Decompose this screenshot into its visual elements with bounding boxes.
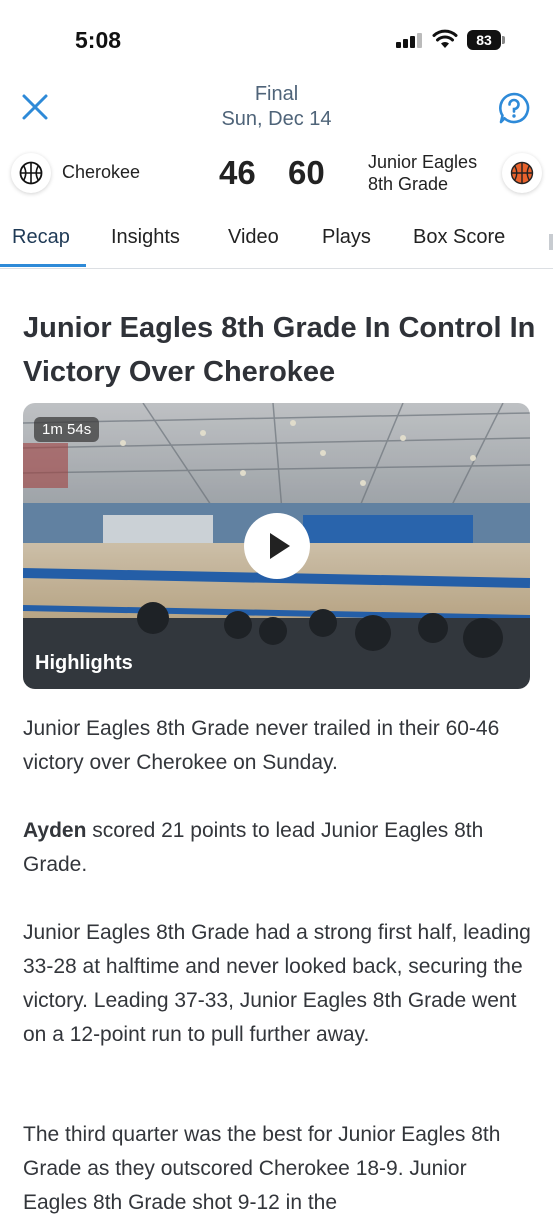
article-paragraph-4: The third quarter was the best for Junio… (23, 1123, 501, 1214)
basketball-icon (510, 161, 534, 185)
game-date: Sun, Dec 14 (221, 108, 332, 130)
home-team-logo[interactable] (11, 153, 51, 193)
highlights-video[interactable]: 1m 54s Highlights (23, 403, 530, 689)
game-final-label: Final (254, 83, 299, 105)
basketball-icon (19, 161, 43, 185)
battery-icon: 83 (467, 30, 505, 50)
status-bar: 5:08 83 (0, 0, 553, 80)
wifi-icon (432, 29, 458, 48)
article-paragraph-2-text: scored 21 points to lead Junior Eagles 8… (23, 819, 484, 876)
play-icon (270, 533, 290, 559)
away-team-name-line1: Junior Eagles (368, 152, 478, 172)
home-team-name[interactable]: Cherokee (62, 162, 140, 183)
away-team-score: 60 (288, 154, 325, 191)
tab-bar: Recap Insights Video Plays Box Score (0, 212, 553, 269)
tab-video[interactable]: Video (228, 226, 279, 249)
next-tab-edge[interactable] (549, 234, 553, 250)
article-paragraph-1: Junior Eagles 8th Grade never trailed in… (23, 717, 500, 774)
video-title: Highlights (35, 652, 133, 674)
away-team-name-line2: 8th Grade (368, 174, 449, 194)
play-button[interactable] (244, 513, 310, 579)
tab-insights[interactable]: Insights (111, 226, 180, 249)
tab-plays[interactable]: Plays (322, 226, 371, 249)
video-duration-badge: 1m 54s (34, 417, 100, 442)
home-team-score: 46 (219, 154, 256, 191)
article-headline: Junior Eagles 8th Grade In Control In Vi… (23, 312, 536, 388)
article-paragraph-3: Junior Eagles 8th Grade had a strong fir… (23, 921, 531, 1046)
game-header: Final Sun, Dec 14 (0, 80, 553, 140)
status-time: 5:08 (75, 27, 122, 53)
tab-recap[interactable]: Recap (12, 226, 70, 249)
away-team-logo[interactable] (502, 153, 542, 193)
article-paragraph-2: Ayden scored 21 points to lead Junior Ea… (23, 814, 535, 882)
away-team-name[interactable]: Junior Eagles 8th Grade (368, 151, 477, 195)
battery-level: 83 (467, 30, 501, 50)
tab-box-score[interactable]: Box Score (413, 226, 505, 249)
active-tab-indicator (0, 264, 86, 267)
cellular-signal-icon (396, 32, 424, 48)
help-icon[interactable] (496, 90, 532, 126)
player-name-link[interactable]: Ayden (23, 819, 86, 842)
scoreboard: Cherokee 46 60 Junior Eagles 8th Grade (0, 145, 553, 201)
